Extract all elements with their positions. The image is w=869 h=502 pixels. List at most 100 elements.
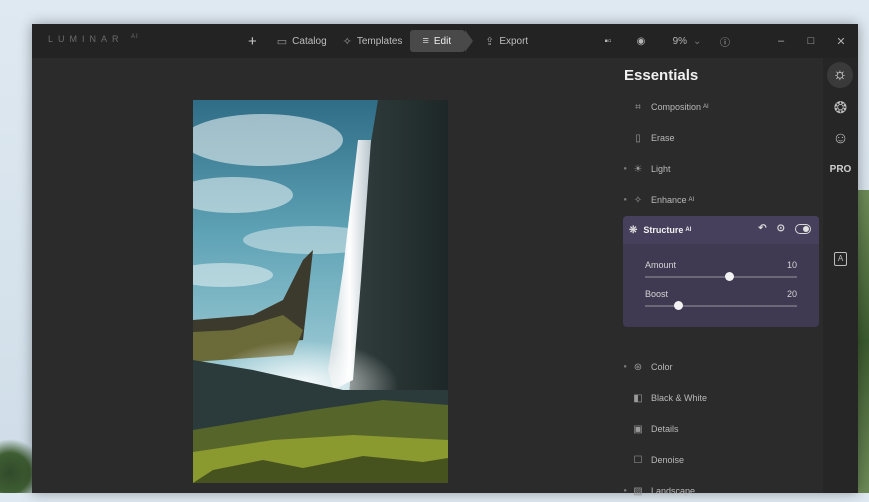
tool-landscape[interactable]: ● ▨ Landscape bbox=[617, 480, 823, 502]
slider-knob[interactable] bbox=[725, 272, 734, 281]
help-icon[interactable]: ⓘ bbox=[712, 34, 738, 49]
bullet-icon: ● bbox=[623, 364, 627, 370]
slider-label: Amount bbox=[645, 260, 677, 270]
chevron-down-icon: ⌄ bbox=[693, 35, 702, 47]
minimize-button[interactable]: – bbox=[766, 24, 796, 58]
slider-track[interactable] bbox=[645, 276, 797, 278]
bullet-icon: ● bbox=[623, 197, 627, 203]
structure-tool-expanded: ❊ Structure AI ↶ ⊙ Amount 10 Boost 20 bbox=[623, 216, 819, 327]
boost-slider[interactable]: Boost 20 bbox=[645, 289, 797, 313]
eye-icon[interactable]: ◉ bbox=[626, 36, 656, 47]
background-plant-left bbox=[0, 413, 34, 493]
enable-toggle[interactable] bbox=[795, 224, 811, 234]
structure-header[interactable]: ❊ Structure AI ↶ ⊙ bbox=[623, 216, 819, 244]
sliders-icon: ≡ bbox=[422, 35, 429, 47]
ai-letter-icon: A bbox=[834, 252, 847, 266]
folder-icon: ▭ bbox=[276, 35, 288, 48]
maximize-icon: □ bbox=[807, 35, 815, 47]
sparkle-icon: ✧ bbox=[342, 35, 352, 48]
tool-label: Erase bbox=[651, 133, 675, 143]
ai-badge: AI bbox=[703, 104, 709, 110]
smiley-icon: ☺ bbox=[832, 130, 849, 147]
bullet-icon: ● bbox=[623, 166, 627, 172]
tool-erase[interactable]: ▯ Erase bbox=[617, 127, 823, 149]
slider-label: Boost bbox=[645, 289, 669, 299]
undo-icon[interactable]: ↶ bbox=[758, 223, 766, 234]
nav-templates-label: Templates bbox=[356, 35, 403, 47]
amount-slider[interactable]: Amount 10 bbox=[645, 260, 797, 284]
tool-denoise[interactable]: ☐ Denoise bbox=[617, 449, 823, 471]
title-bar: LUMINAR AI + ▭ Catalog ✧ Templates ≡ Edi… bbox=[32, 24, 858, 58]
compare-icon[interactable]: ▪▫ bbox=[596, 36, 620, 47]
zoom-value: 9% bbox=[672, 35, 688, 47]
nav-catalog-label: Catalog bbox=[292, 35, 327, 47]
tool-label: Landscape bbox=[651, 486, 696, 496]
tool-light[interactable]: ● ☀ Light bbox=[617, 158, 823, 180]
tool-label: Color bbox=[651, 362, 673, 372]
crop-icon: ⌗ bbox=[635, 101, 641, 113]
sparkle-icon: ✧ bbox=[633, 194, 643, 206]
structure-actions: ↶ ⊙ bbox=[758, 223, 811, 234]
portrait-category-button[interactable]: ☺ bbox=[823, 130, 858, 148]
tool-color[interactable]: ● ⊛ Color bbox=[617, 356, 823, 378]
presets-button[interactable]: A bbox=[823, 252, 858, 266]
nav-edit-label: Edit bbox=[433, 35, 452, 47]
tool-enhance[interactable]: ● ✧ Enhance AI bbox=[617, 189, 823, 211]
app-logo: LUMINAR AI bbox=[48, 34, 139, 44]
eraser-icon: ▯ bbox=[635, 132, 641, 144]
tool-label: Details bbox=[651, 424, 679, 434]
main-nav: + ▭ Catalog ✧ Templates ≡ Edit ⇪ Export bbox=[242, 24, 536, 58]
sun-icon: ☼ bbox=[832, 66, 848, 83]
tool-category-bar: ☼ ❂ ☺ PRO A bbox=[823, 58, 858, 493]
slider-value: 10 bbox=[786, 260, 797, 270]
add-button[interactable]: + bbox=[242, 30, 263, 52]
creative-category-button[interactable]: ❂ bbox=[823, 98, 858, 118]
pro-category-button[interactable]: PRO bbox=[823, 164, 858, 175]
denoise-icon: ☐ bbox=[633, 454, 643, 466]
bullet-icon: ● bbox=[623, 488, 627, 494]
palette-icon: ❂ bbox=[833, 100, 848, 117]
ai-mask-icon[interactable]: ⊙ bbox=[777, 223, 785, 234]
image-canvas[interactable] bbox=[32, 58, 617, 493]
app-window: LUMINAR AI + ▭ Catalog ✧ Templates ≡ Edi… bbox=[32, 24, 858, 497]
nav-edit[interactable]: ≡ Edit bbox=[410, 30, 473, 52]
details-icon: ▣ bbox=[633, 423, 643, 435]
nav-templates[interactable]: ✧ Templates bbox=[335, 30, 411, 52]
bw-icon: ◧ bbox=[633, 392, 643, 404]
nav-catalog[interactable]: ▭ Catalog bbox=[269, 30, 335, 52]
ai-badge: AI bbox=[685, 227, 692, 233]
close-button[interactable]: ✕ bbox=[826, 24, 856, 58]
zoom-select[interactable]: 9% ⌄ bbox=[664, 36, 710, 47]
landscape-icon: ▨ bbox=[633, 485, 643, 497]
essentials-category-button[interactable]: ☼ bbox=[827, 62, 853, 88]
plus-icon: + bbox=[248, 32, 257, 50]
tool-label: Light bbox=[651, 164, 671, 174]
maximize-button[interactable]: □ bbox=[796, 24, 826, 58]
essentials-panel: Essentials ⌗ Composition AI ▯ Erase ● ☀ Li… bbox=[617, 58, 823, 497]
tool-label: Enhance bbox=[651, 195, 687, 205]
structure-label: Structure bbox=[643, 225, 684, 235]
slider-knob[interactable] bbox=[674, 301, 683, 310]
tool-label: Composition bbox=[651, 102, 702, 112]
pro-label: PRO bbox=[829, 164, 852, 175]
minimize-icon: – bbox=[777, 35, 785, 47]
share-icon: ⇪ bbox=[485, 35, 495, 48]
tool-label: Black & White bbox=[651, 393, 708, 403]
tool-details[interactable]: ▣ Details bbox=[617, 418, 823, 440]
nav-export-label: Export bbox=[499, 35, 529, 47]
panel-title: Essentials bbox=[624, 67, 699, 84]
slider-value: 20 bbox=[786, 289, 797, 299]
tool-composition[interactable]: ⌗ Composition AI bbox=[617, 96, 823, 118]
structure-icon: ❊ bbox=[629, 224, 638, 236]
waterfall-image bbox=[193, 100, 448, 483]
tool-label: Denoise bbox=[651, 455, 685, 465]
tool-black-white[interactable]: ◧ Black & White bbox=[617, 387, 823, 409]
close-icon: ✕ bbox=[836, 35, 846, 48]
ai-badge: AI bbox=[688, 197, 695, 203]
slider-track[interactable] bbox=[645, 305, 797, 307]
waterfall-photo[interactable] bbox=[193, 100, 448, 483]
nav-export[interactable]: ⇪ Export bbox=[477, 30, 536, 52]
view-tools: ▪▫ ◉ 9% ⌄ ⓘ bbox=[596, 24, 738, 58]
color-circles-icon: ⊛ bbox=[633, 361, 643, 373]
sun-icon: ☀ bbox=[633, 163, 643, 175]
